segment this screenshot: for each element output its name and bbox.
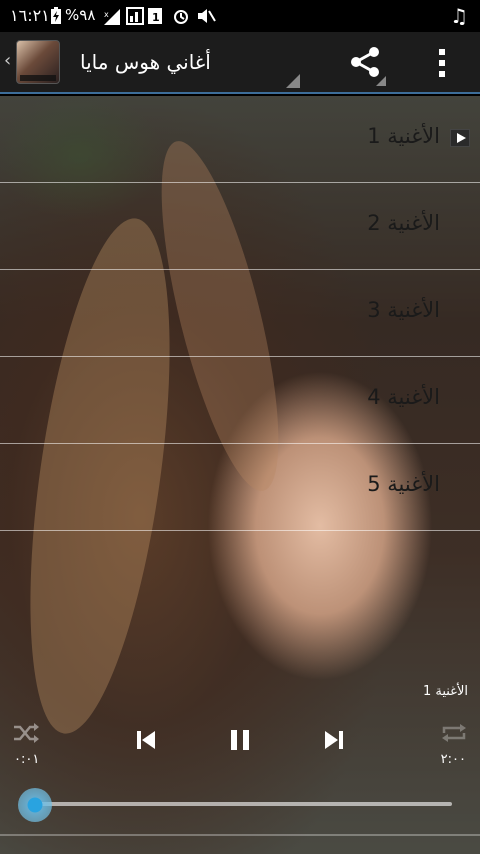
repeat-icon[interactable]	[440, 722, 468, 744]
mute-icon	[198, 9, 216, 23]
app-icon[interactable]	[16, 40, 60, 84]
music-note-icon: ♫	[450, 4, 468, 28]
seek-bar[interactable]	[36, 802, 452, 806]
share-dropdown-indicator-icon	[376, 76, 386, 86]
song-list-item[interactable]: الأغنية 1	[0, 96, 480, 183]
share-icon[interactable]	[348, 44, 384, 80]
status-time: ١٦:٢١	[10, 6, 50, 25]
shuffle-icon[interactable]	[12, 722, 40, 744]
song-list-item[interactable]: الأغنية 2	[0, 183, 480, 270]
pause-button[interactable]	[228, 728, 252, 752]
song-label: الأغنية 1	[367, 124, 440, 148]
song-list-item[interactable]: الأغنية 4	[0, 357, 480, 444]
song-list-item[interactable]: الأغنية 3	[0, 270, 480, 357]
song-list-item[interactable]: الأغنية 5	[0, 444, 480, 531]
song-list: الأغنية 1 الأغنية 2 الأغنية 3 الأغنية 4 …	[0, 96, 480, 531]
song-label: الأغنية 5	[367, 472, 440, 496]
overflow-menu-icon[interactable]	[432, 46, 452, 80]
total-duration: ٢:٠٠	[440, 752, 466, 767]
status-bar: ١٦:٢١ %٩٨ x 1 ♫	[0, 0, 480, 32]
song-label: الأغنية 3	[367, 298, 440, 322]
media-player: الأغنية 1 ٠:٠١ ٢:٠٠	[0, 678, 480, 854]
previous-button[interactable]	[134, 728, 158, 752]
battery-charging-icon	[51, 7, 61, 24]
app-title[interactable]: أغاني هوس مايا	[80, 50, 211, 74]
now-playing-title: الأغنية 1	[422, 684, 468, 699]
data-icon	[126, 7, 144, 25]
seek-thumb[interactable]	[18, 788, 52, 822]
svg-text:1: 1	[152, 11, 160, 24]
bottom-divider	[0, 834, 480, 836]
play-indicator-icon	[450, 129, 470, 147]
sim-one-icon: 1	[148, 8, 162, 24]
next-button[interactable]	[322, 728, 346, 752]
elapsed-time: ٠:٠١	[14, 752, 40, 767]
back-chevron-icon[interactable]: ‹	[4, 50, 11, 71]
action-bar: ‹ أغاني هوس مايا	[0, 32, 480, 94]
song-label: الأغنية 4	[367, 385, 440, 409]
signal-icon: x	[104, 9, 120, 25]
battery-percent: %٩٨	[65, 6, 96, 24]
alarm-icon	[174, 10, 188, 24]
song-label: الأغنية 2	[367, 211, 440, 235]
svg-text:x: x	[104, 10, 109, 19]
app-icon-tag	[20, 75, 56, 81]
dropdown-indicator-icon[interactable]	[286, 74, 300, 88]
